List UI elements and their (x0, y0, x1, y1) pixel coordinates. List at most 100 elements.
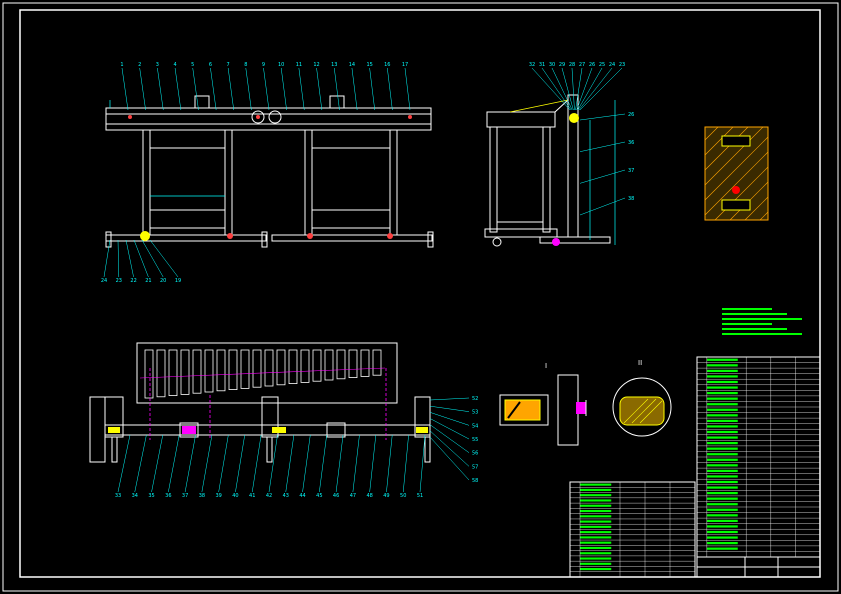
callout-leader (369, 67, 375, 111)
bom-cell-text (707, 542, 738, 545)
callout-label: 34 (132, 493, 138, 499)
callout-leader (429, 412, 470, 426)
callout-label: 1 (120, 62, 123, 68)
callout-leader (351, 67, 358, 111)
callout-label: 38 (199, 493, 205, 499)
bom-cell-text (707, 492, 738, 495)
side-view-accents (492, 99, 616, 247)
bom-cell-text (580, 509, 612, 513)
bom-cell-text (707, 403, 738, 406)
bom-cell-text (580, 494, 612, 497)
callout-leader (168, 434, 180, 493)
callout-label: 53 (472, 410, 478, 416)
callout-leader (227, 67, 234, 111)
front-view-accents (109, 100, 412, 241)
bom-cell-text (580, 504, 612, 507)
callout-label: 14 (349, 62, 355, 68)
callout-label: 20 (160, 278, 166, 284)
callout-label: 15 (366, 62, 372, 68)
detail-i: I (499, 362, 587, 446)
callout-label: 48 (366, 493, 372, 499)
callout-label: 36 (165, 493, 171, 499)
callout-leader (302, 434, 311, 493)
comb-tooth (168, 349, 178, 396)
bom-cell-text (580, 562, 612, 565)
bom-cell-text (707, 369, 738, 372)
callout-label: 50 (400, 493, 406, 499)
side-view-balloons-right: 26 36 37 38 (579, 112, 634, 216)
bom-cell-text (707, 514, 738, 517)
comb-tooth (252, 349, 262, 388)
callout-label: 17 (402, 62, 408, 68)
comb-tooth (192, 349, 202, 394)
plan-view-comb (144, 349, 382, 399)
comb-tooth (288, 349, 298, 384)
callout-leader (103, 239, 111, 278)
callout-label: 45 (316, 493, 322, 499)
callout-label: 7 (227, 62, 230, 68)
callout-leader (235, 434, 245, 493)
callout-leader (268, 434, 278, 493)
bom-cell-text (707, 530, 738, 534)
bom-cell-text (707, 497, 738, 500)
cad-drawing-sheet: 1 2 3 4 5 6 7 8 9 10 11 12 13 14 15 16 17 24 23 22 21 20 19 3… (2, 2, 839, 592)
bom-cell-text (580, 488, 612, 491)
comb-tooth (180, 349, 190, 395)
callout-leader (251, 434, 262, 493)
outer-border (2, 2, 839, 592)
callout-label: 54 (472, 423, 478, 429)
callout-label: 35 (148, 493, 154, 499)
bom-cell-text (707, 419, 738, 422)
bom-cell-text (707, 386, 738, 389)
callout-leader (579, 67, 623, 111)
plan-view-balloons-bottom: 33 34 35 36 37 38 39 40 41 42 43 44 45 46 47 48 49 50 51 (115, 434, 426, 499)
section-view (704, 126, 769, 221)
side-view (484, 94, 611, 244)
callout-leader (369, 434, 377, 493)
bom-cell-text (707, 442, 738, 445)
tech-note-line (722, 313, 787, 315)
callout-leader (579, 169, 626, 184)
callout-label: 6 (209, 62, 212, 68)
detail-ii-label: II (638, 359, 642, 367)
bom-cell-text (707, 397, 738, 400)
callout-label: 19 (175, 278, 181, 284)
callout-label: 13 (331, 62, 337, 68)
callout-leader (579, 113, 626, 121)
comb-tooth (240, 349, 250, 389)
callout-label: 8 (244, 62, 247, 68)
callout-leader (335, 434, 344, 493)
callout-label: 12 (313, 62, 319, 68)
callout-label: 24 (609, 62, 615, 68)
callout-label: 56 (472, 451, 478, 457)
callout-label: 41 (249, 493, 255, 499)
callout-leader (429, 405, 470, 412)
callout-label: 31 (539, 62, 545, 68)
tech-note-line (722, 333, 802, 335)
callout-label: 26 (628, 112, 634, 118)
bom-cell-text (707, 480, 738, 484)
bom-cell-text (707, 436, 738, 439)
bom-cell-text (580, 515, 612, 518)
callout-label: 3 (156, 62, 159, 68)
callout-leader (551, 67, 573, 111)
comb-tooth (156, 349, 166, 398)
callout-leader (429, 436, 470, 481)
callout-label: 27 (579, 62, 585, 68)
callout-leader (263, 67, 270, 111)
bom-cell-text (580, 536, 612, 539)
callout-label: 29 (559, 62, 565, 68)
callout-label: 4 (173, 62, 176, 68)
callout-leader (334, 67, 340, 111)
bom-cell-text (707, 525, 738, 528)
bom-cell-text (707, 364, 738, 367)
callout-label: 23 (619, 62, 625, 68)
callout-label: 30 (549, 62, 555, 68)
callout-leader (419, 434, 426, 493)
callout-label: 40 (232, 493, 238, 499)
bom-cell-text (580, 552, 612, 555)
callout-leader (151, 434, 164, 493)
callout-label: 49 (383, 493, 389, 499)
callout-leader (316, 67, 323, 111)
callout-leader (218, 434, 229, 493)
